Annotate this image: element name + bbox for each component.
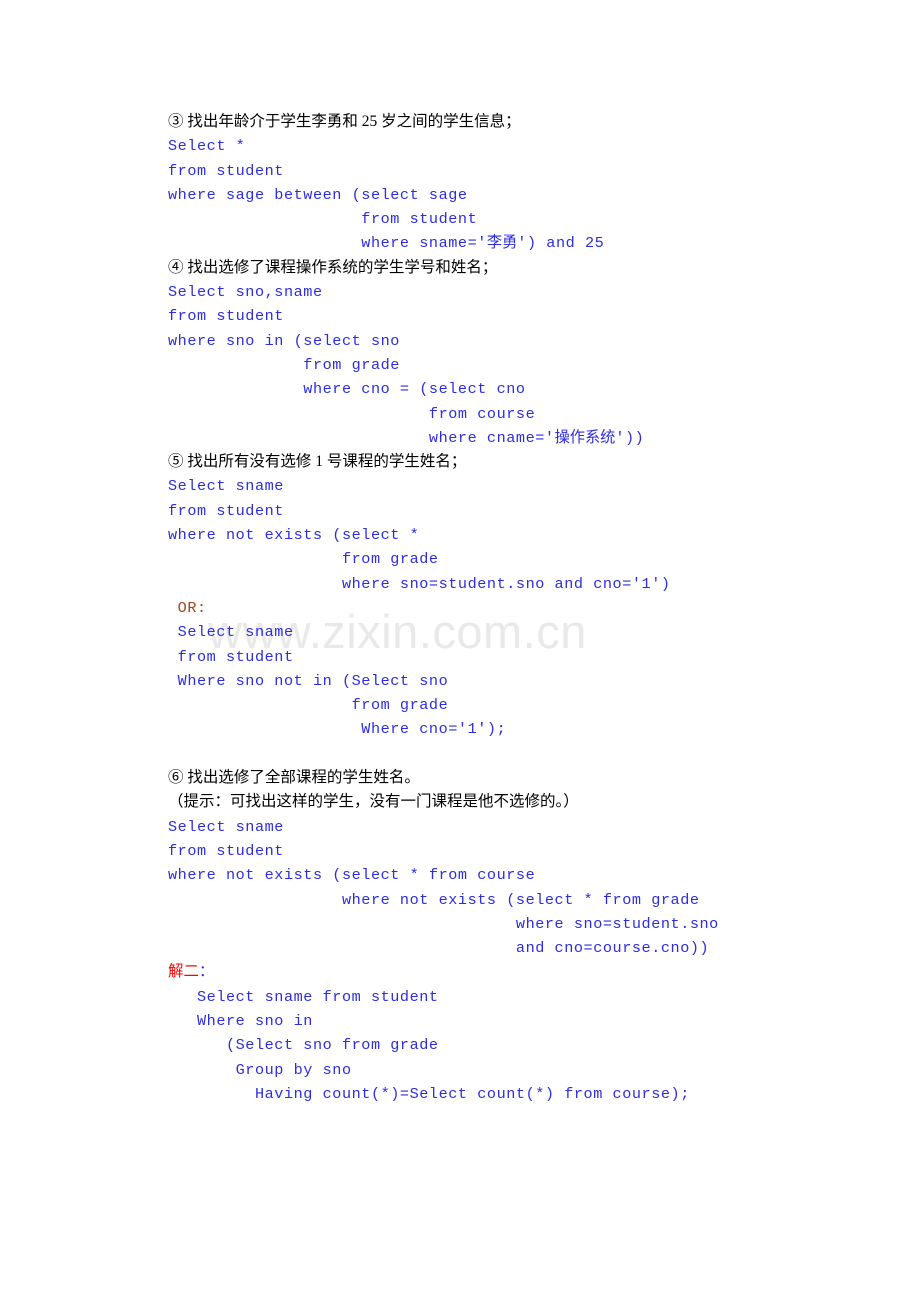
question-3-code-line: from student [168, 161, 284, 180]
question-6-code-line: where sno=student.sno [168, 914, 719, 933]
question-5-code-line: from grade [168, 550, 439, 569]
question-6-alt-code-line: Where sno in [168, 1011, 313, 1030]
question-6-code-line: where not exists (select * from grade [168, 890, 700, 909]
question-3-code-line: where sname='李勇') and 25 [168, 234, 605, 253]
solution-two-label: 解二： [168, 960, 868, 984]
question-5-alt-code-line: Where sno not in (Select sno [168, 671, 449, 690]
or-label: OR: [168, 598, 207, 617]
question-3-code-line: where sage between (select sage [168, 185, 468, 204]
question-4-code-line: from student [168, 307, 284, 326]
question-5-alt-code-line: Where cno='1'); [168, 720, 507, 739]
question-6-code-line: where not exists (select * from course [168, 866, 536, 885]
question-5-code-line: Select sname [168, 477, 284, 496]
question-6-code-line: and cno=course.cno)) [168, 939, 710, 958]
question-6-hint: （提示：可找出这样的学生，没有一门课程是他不选修的。） [168, 793, 579, 811]
question-6-code-line: Select sname [168, 817, 284, 836]
question-4-code-line: where sno in (select sno [168, 331, 400, 350]
question-5-alt-code-line: Select sname [168, 623, 294, 642]
question-6-code-line: from student [168, 841, 284, 860]
solution-two-text: 解二 [168, 963, 200, 981]
question-4-code-line: where cname='操作系统')) [168, 428, 645, 447]
question-5-alt-code-line: from grade [168, 696, 449, 715]
question-6-alt-code-line: Group by sno [168, 1060, 352, 1079]
question-5-alt-code-line: from student [168, 647, 294, 666]
question-4-code-line: Select sno,sname [168, 283, 323, 302]
question-6-alt-code-line: (Select sno from grade [168, 1036, 439, 1055]
document-page: www.zixin.com.cn ③ 找出年龄介于学生李勇和 25 岁之间的学生… [0, 0, 920, 1302]
question-3-code-line: Select * [168, 137, 246, 156]
question-6-heading: ⑥ 找出选修了全部课程的学生姓名。 [168, 769, 420, 787]
question-6-alt-code-line: Having count(*)=Select count(*) from cou… [168, 1084, 690, 1103]
document-content: ③ 找出年龄介于学生李勇和 25 岁之间的学生信息； Select * from s… [168, 110, 868, 1106]
question-5-code-line: where sno=student.sno and cno='1') [168, 574, 671, 593]
question-5-code-line: from student [168, 501, 284, 520]
question-3-heading: ③ 找出年龄介于学生李勇和 25 岁之间的学生信息； [168, 113, 521, 130]
question-5-heading: ⑤ 找出所有没有选修 1 号课程的学生姓名； [168, 453, 467, 471]
question-3-code-line: from student [168, 210, 478, 229]
question-4-code-line: from course [168, 404, 536, 423]
solution-two-colon: ： [199, 963, 215, 982]
question-4-heading: ④ 找出选修了课程操作系统的学生学号和姓名； [168, 258, 498, 276]
question-4-code-line: from grade [168, 355, 400, 374]
question-4-code-line: where cno = (select cno [168, 380, 526, 399]
question-6-alt-code-line: Select sname from student [168, 987, 439, 1006]
question-5-code-line: where not exists (select * [168, 526, 420, 545]
